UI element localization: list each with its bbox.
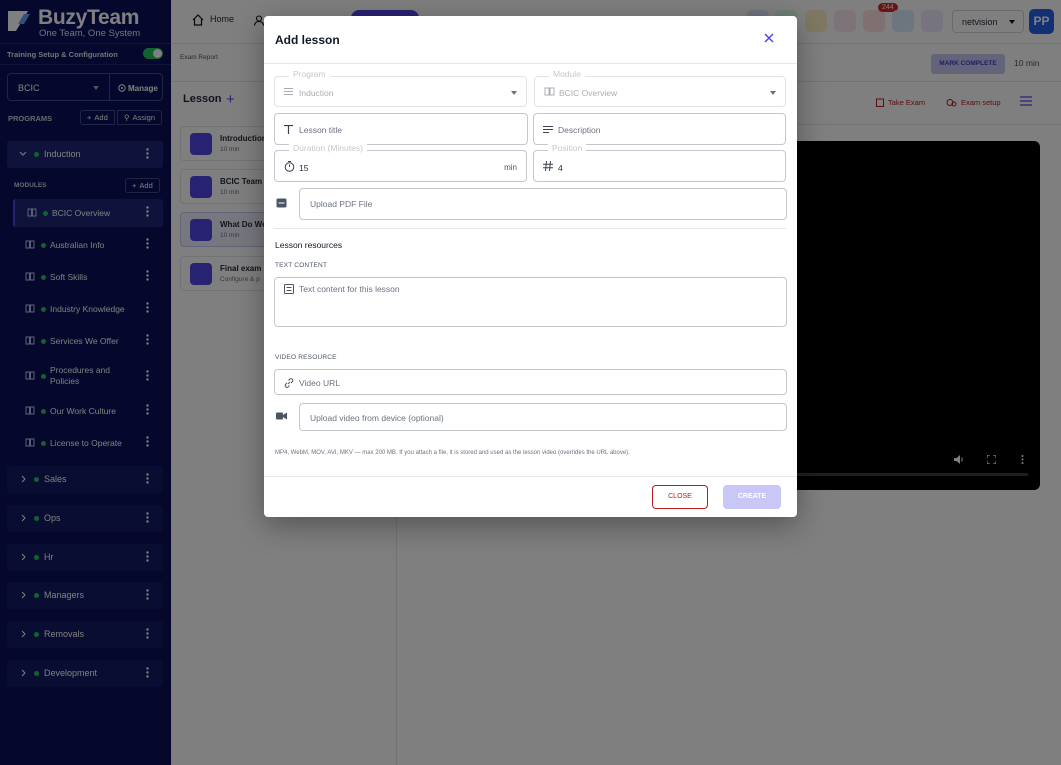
lesson-title-placeholder: Lesson title bbox=[299, 125, 342, 135]
duration-unit: min bbox=[504, 163, 517, 172]
divider bbox=[264, 63, 797, 64]
description-input[interactable]: Description bbox=[533, 113, 786, 145]
position-input[interactable]: Position 4 bbox=[533, 143, 786, 182]
add-lesson-dialog: Add lesson Program Induction Module BCIC… bbox=[264, 16, 797, 517]
duration-label: Duration (Minutes) bbox=[289, 143, 367, 153]
description-placeholder: Description bbox=[558, 125, 601, 135]
position-label: Position bbox=[548, 143, 587, 153]
position-value: 4 bbox=[558, 163, 563, 173]
resources-title: Lesson resources bbox=[275, 240, 343, 250]
upload-video-input[interactable]: Upload video from device (optional) bbox=[299, 403, 787, 431]
module-value: BCIC Overview bbox=[559, 88, 618, 98]
duration-input[interactable]: Duration (Minutes) 15 min bbox=[274, 143, 527, 182]
video-resource-heading: VIDEO RESOURCE bbox=[275, 354, 337, 361]
link-icon bbox=[284, 378, 294, 388]
list-icon bbox=[284, 88, 293, 95]
close-button[interactable]: CLOSE bbox=[652, 485, 708, 509]
lesson-title-input[interactable]: Lesson title bbox=[274, 113, 528, 145]
align-left-icon bbox=[543, 126, 553, 133]
caret-down-icon bbox=[770, 91, 776, 95]
book-icon bbox=[544, 87, 555, 96]
divider bbox=[264, 476, 797, 477]
video-url-input[interactable]: Video URL bbox=[274, 369, 787, 395]
dialog-title: Add lesson bbox=[275, 33, 340, 47]
pdf-icon bbox=[276, 198, 287, 208]
module-select[interactable]: Module BCIC Overview bbox=[534, 69, 786, 107]
upload-pdf-input[interactable]: Upload PDF File bbox=[299, 188, 787, 220]
program-select[interactable]: Program Induction bbox=[274, 69, 527, 107]
module-label: Module bbox=[549, 69, 585, 79]
hash-icon bbox=[543, 161, 553, 171]
text-content-input[interactable]: Text content for this lesson bbox=[274, 277, 787, 327]
notes-icon bbox=[284, 284, 294, 294]
text-content-placeholder: Text content for this lesson bbox=[299, 284, 400, 294]
program-label: Program bbox=[289, 69, 330, 79]
upload-pdf-placeholder: Upload PDF File bbox=[310, 199, 373, 209]
timer-icon bbox=[284, 161, 295, 172]
upload-video-placeholder: Upload video from device (optional) bbox=[310, 413, 444, 423]
program-value: Induction bbox=[299, 88, 334, 98]
text-content-heading: TEXT CONTENT bbox=[275, 262, 328, 269]
create-button[interactable]: CREATE bbox=[723, 485, 781, 509]
caret-down-icon bbox=[511, 91, 517, 95]
text-icon bbox=[284, 125, 293, 134]
duration-value: 15 bbox=[299, 163, 309, 173]
close-icon[interactable] bbox=[764, 33, 774, 43]
divider bbox=[274, 228, 786, 229]
video-camera-icon bbox=[276, 412, 287, 420]
video-url-placeholder: Video URL bbox=[299, 378, 340, 388]
help-text: MP4, WebM, MOV, AVI, MKV — max 200 MB. I… bbox=[275, 450, 630, 456]
